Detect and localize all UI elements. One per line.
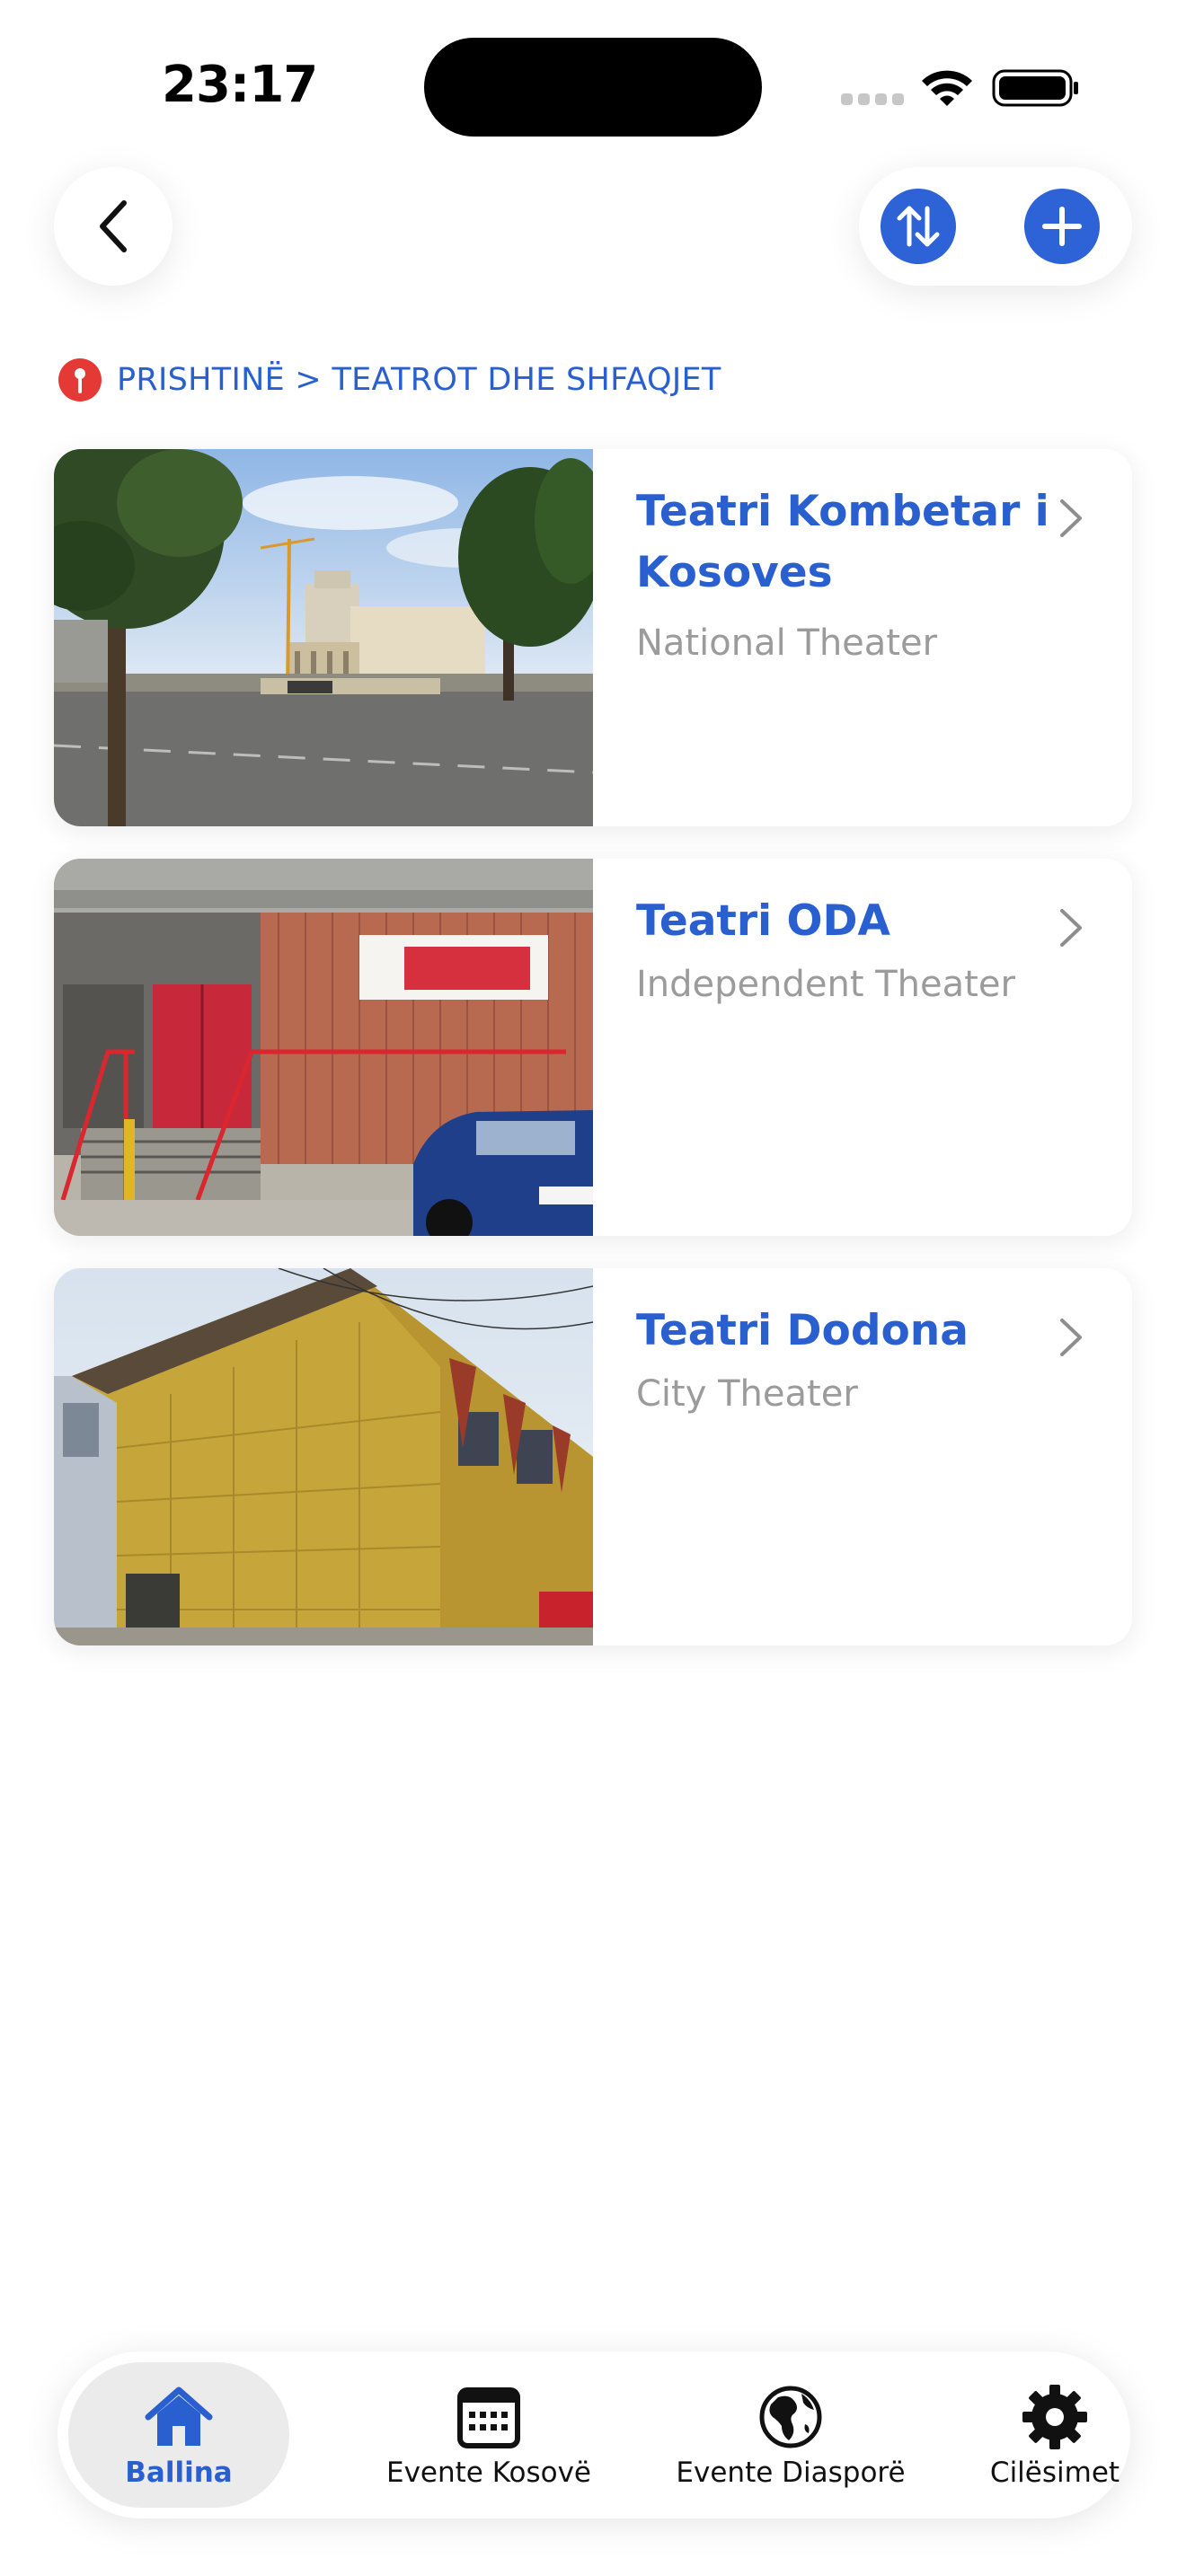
tab-evente-kosove[interactable]: Evente Kosovë [309,2362,668,2508]
header-actions [859,167,1132,286]
chevron-right-icon [1060,909,1082,947]
calendar-icon [457,2387,520,2448]
venue-subtitle: City Theater [636,1373,858,1415]
tab-evente-diaspore[interactable]: Evente Diasporë [629,2362,952,2508]
screen: 23:17 PRISHTINË > TEATROT DHE SHFAQJET T… [0,0,1186,2576]
plus-icon [1042,207,1082,246]
battery-icon [992,69,1078,107]
arrows-up-down-icon [897,206,940,247]
sort-button[interactable] [881,189,956,264]
tab-cilesimet[interactable]: Cilësimet [956,2362,1154,2508]
venue-card[interactable]: Teatri Dodona City Theater [54,1268,1132,1645]
tab-label: Evente Diasporë [676,2457,906,2489]
venue-photo [54,859,593,1236]
location-pin-icon [58,358,102,401]
venue-subtitle: Independent Theater [636,964,1015,1005]
tab-label: Ballina [125,2457,233,2489]
venue-card[interactable]: Teatri Kombetar i Kosoves National Theat… [54,449,1132,826]
cellular-signal-icon [841,93,904,106]
venue-photo [54,1268,593,1645]
venue-title: Teatri Dodona [636,1306,969,1355]
breadcrumb: PRISHTINË > TEATROT DHE SHFAQJET [58,357,721,402]
venue-title: Teatri ODA [636,896,890,946]
gear-icon [1022,2385,1087,2449]
wifi-icon [922,70,972,106]
chevron-right-icon [1060,499,1082,537]
tab-label: Evente Kosovë [385,2457,592,2489]
back-button[interactable] [54,167,173,286]
venue-subtitle: National Theater [636,622,938,664]
chevron-left-icon [100,200,127,252]
globe-icon [759,2386,822,2448]
home-icon [145,2386,213,2446]
tab-ballina[interactable]: Ballina [68,2362,289,2508]
dynamic-island [424,38,762,137]
add-button[interactable] [1024,189,1100,264]
status-time: 23:17 [162,56,318,114]
chevron-right-icon [1060,1319,1082,1356]
breadcrumb-text: PRISHTINË > TEATROT DHE SHFAQJET [117,362,721,398]
venue-card[interactable]: Teatri ODA Independent Theater [54,859,1132,1236]
tab-label: Cilësimet [989,2457,1120,2489]
venue-title: Teatri Kombetar i Kosoves [636,487,1049,597]
venue-photo [54,449,593,826]
tab-bar: Ballina Evente Kosovë Evente Diasporë Ci… [58,2351,1130,2519]
